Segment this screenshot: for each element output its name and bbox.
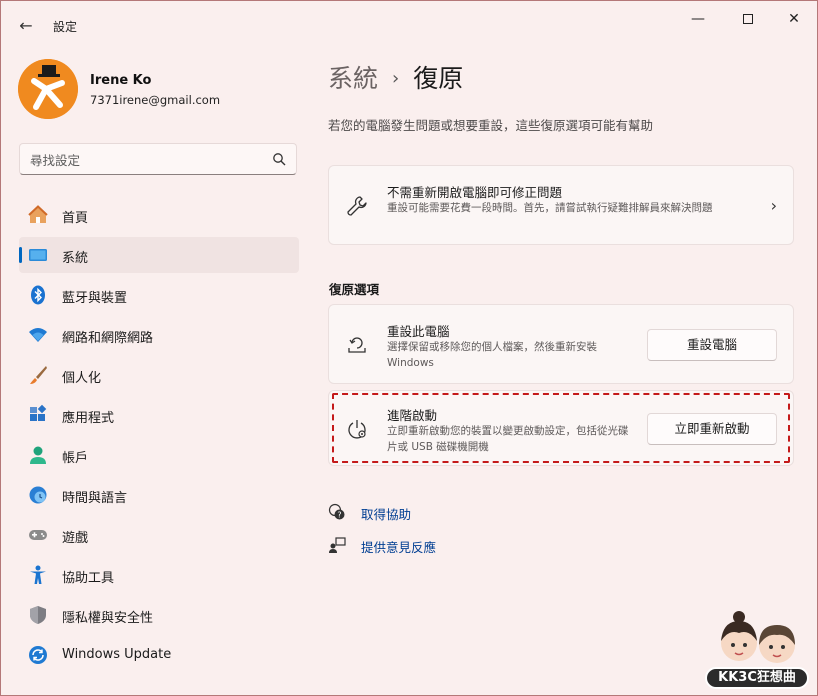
sidebar-item-label: 藍牙與裝置 [62,291,128,306]
card-title: 重設此電腦 [387,324,450,339]
maximize-button[interactable] [725,9,771,29]
avatar-image [18,59,78,119]
gamepad-icon [29,530,47,540]
search-icon[interactable] [272,152,286,166]
search-input[interactable] [30,151,260,169]
sidebar-item-apps[interactable]: 應用程式 [19,397,299,433]
sidebar-item-label: 隱私權與安全性 [62,611,154,626]
sidebar-item-label: 網路和網際網路 [62,331,154,346]
back-button[interactable]: ← [15,15,37,37]
link-label: 提供意見反應 [361,540,437,555]
accessibility-icon [30,565,46,584]
sidebar-item-label: 系統 [62,251,89,266]
feedback-link[interactable]: 提供意見反應 [328,536,478,556]
user-name: Irene Ko [90,73,152,88]
page-title: 復原 [413,64,464,93]
minimize-button[interactable]: — [675,9,721,29]
time-language-icon [29,486,47,504]
search-box [19,143,297,175]
sidebar-item-home[interactable]: 首頁 [19,197,299,233]
sidebar-item-system[interactable]: 系統 [19,237,299,273]
advanced-startup-icon [348,420,366,439]
card-title: 進階啟動 [387,408,438,423]
fix-problems-card[interactable]: 不需重新開啟電腦即可修正問題 重設可能需要花費一段時間。首先，請嘗試執行疑難排解… [328,165,794,245]
reset-pc-button[interactable]: 重設電腦 [647,329,777,361]
sidebar-item-label: Windows Update [62,647,172,662]
sidebar-item-label: 帳戶 [62,451,89,466]
breadcrumb-separator: › [392,68,400,89]
window-title: 設定 [53,20,78,34]
sidebar-item-label: 個人化 [62,371,102,386]
sidebar-item-label: 時間與語言 [62,491,128,506]
sidebar-item-label: 首頁 [62,211,89,226]
shield-icon [30,606,46,624]
card-title: 不需重新開啟電腦即可修正問題 [387,185,563,200]
sidebar-item-gaming[interactable]: 遊戲 [19,517,299,553]
apps-icon [30,404,47,421]
link-label: 取得協助 [361,507,412,522]
chevron-right-icon: › [770,196,777,215]
restart-now-button[interactable]: 立即重新啟動 [647,413,777,445]
sidebar-item-label: 協助工具 [62,571,115,586]
account-icon [30,446,46,464]
sidebar-item-label: 遊戲 [62,531,89,546]
maximize-icon [743,14,753,24]
sidebar-item-privacy[interactable]: 隱私權與安全性 [19,597,299,633]
home-icon [28,205,48,223]
sidebar-item-label: 應用程式 [62,411,115,426]
wrench-icon [347,196,367,216]
breadcrumb-parent[interactable]: 系統 [328,64,378,93]
system-icon [29,249,47,261]
watermark-text: KK3C狂想曲 [705,667,809,689]
close-button[interactable]: ✕ [771,9,817,29]
wifi-icon [29,328,47,342]
reset-pc-icon [348,337,366,353]
update-icon [29,646,47,664]
user-email: 7371irene@gmail.com [90,93,221,107]
sidebar-item-accounts[interactable]: 帳戶 [19,437,299,473]
sidebar-item-personalization[interactable]: 個人化 [19,357,299,393]
get-help-link[interactable]: ? 取得協助 [328,503,478,523]
sidebar-item-bluetooth[interactable]: 藍牙與裝置 [19,277,299,313]
card-description: 選擇保留或移除您的個人檔案，然後重新安裝 Windows [387,341,597,369]
feedback-icon [329,537,346,553]
help-icon: ? [328,503,345,520]
reset-pc-card: 重設此電腦 選擇保留或移除您的個人檔案，然後重新安裝 Windows 重設電腦 [328,304,794,384]
avatar[interactable] [18,59,78,119]
page-subtitle: 若您的電腦發生問題或想要重設，這些復原選項可能有幫助 [328,118,654,133]
watermark-logo: KK3C狂想曲 [705,607,809,691]
bluetooth-icon [31,285,45,305]
sidebar-item-windows-update[interactable]: Windows Update [19,637,299,673]
svg-text:?: ? [337,511,341,520]
sidebar-item-network[interactable]: 網路和網際網路 [19,317,299,353]
brush-icon [30,366,47,384]
breadcrumb: 系統 › 復原 [328,59,463,95]
sidebar-nav: 首頁 系統 藍牙與裝置 網路和網際網路 個人化 應用程式 帳戶 時間與語言 遊戲… [19,197,299,677]
section-title: 復原選項 [329,282,380,297]
sidebar-item-accessibility[interactable]: 協助工具 [19,557,299,593]
title-bar: ← 設定 — ✕ [1,1,817,49]
card-description: 重設可能需要花費一段時間。首先，請嘗試執行疑難排解員來解決問題 [387,202,713,214]
card-description: 立即重新啟動您的裝置以變更啟動設定，包括從光碟片或 USB 磁碟機開機 [387,425,629,453]
sidebar-item-time-language[interactable]: 時間與語言 [19,477,299,513]
advanced-startup-card: 進階啟動 立即重新啟動您的裝置以變更啟動設定，包括從光碟片或 USB 磁碟機開機… [328,390,794,466]
